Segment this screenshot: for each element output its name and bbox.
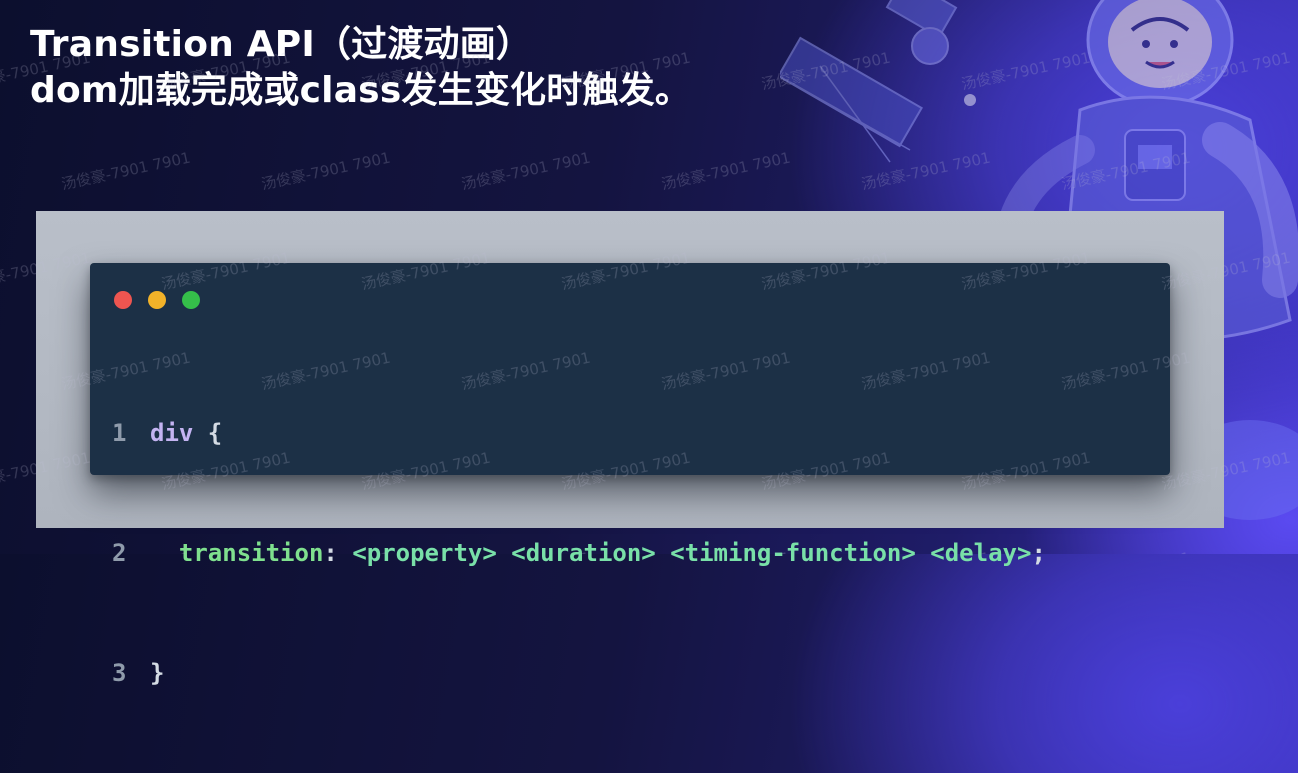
watermark-text: 汤俊豪-7901 7901 (59, 148, 193, 194)
code-semicolon: ; (1031, 539, 1046, 567)
maximize-dot-icon (182, 291, 200, 309)
code-brace-close: } (150, 659, 165, 687)
minimize-dot-icon (148, 291, 166, 309)
close-dot-icon (114, 291, 132, 309)
watermark-text: 汤俊豪-7901 7901 (459, 148, 593, 194)
code-value: <property> <duration> <timing-function> … (352, 539, 1032, 567)
code-selector: div (150, 419, 194, 447)
satellite-icon (780, 0, 976, 163)
code-line-1: 1 div { (112, 413, 1046, 453)
slide-title-line-1: Transition API（过渡动画） (30, 24, 533, 65)
code-line-2: 2 transition: <property> <duration> <tim… (112, 533, 1046, 573)
watermark-text: 汤俊豪-7901 7901 (659, 148, 793, 194)
code-colon: : (323, 539, 353, 567)
slide-title: Transition API（过渡动画） dom加载完成或class发生变化时触… (30, 22, 691, 114)
watermark-text: 汤俊豪-7901 7901 (259, 148, 393, 194)
code-line-3: 3} (112, 653, 1046, 693)
code-property: transition (178, 539, 324, 567)
slide-title-line-2: dom加载完成或class发生变化时触发。 (30, 70, 692, 111)
code-brace-open: { (193, 419, 223, 447)
line-number: 2 (112, 539, 127, 567)
line-number: 3 (112, 659, 127, 687)
line-number: 1 (112, 419, 127, 447)
code-window: 1 div { 2 transition: <property> <duratio… (90, 263, 1170, 687)
code-block: 1 div { 2 transition: <property> <duratio… (112, 333, 1046, 773)
